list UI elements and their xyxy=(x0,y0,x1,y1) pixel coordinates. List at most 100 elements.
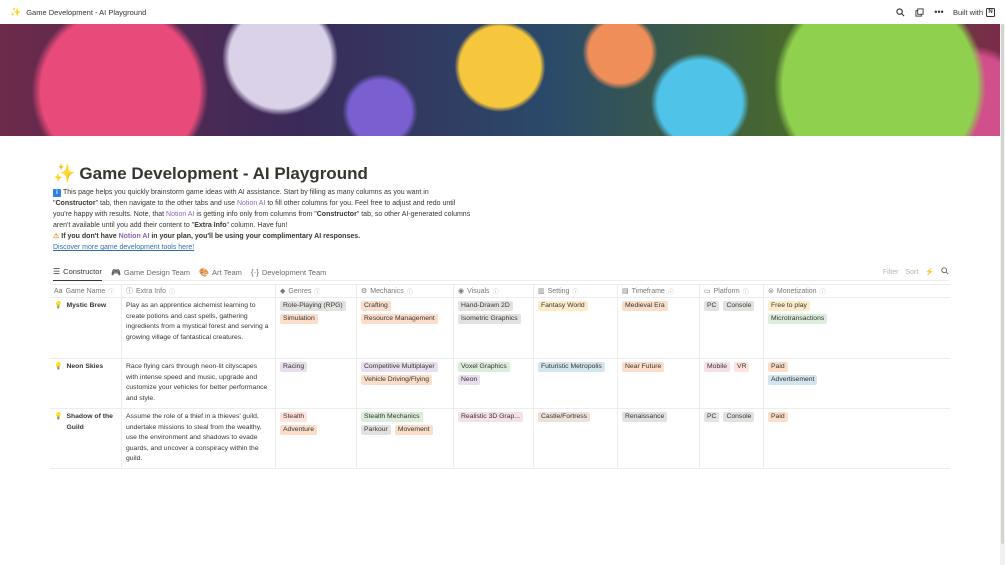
tag-chip: Advertisement xyxy=(768,375,818,385)
tag-chip: Movement xyxy=(394,425,433,435)
city-icon: ▥ xyxy=(538,288,545,295)
game-name-cell[interactable]: 💡 Mystic Brew xyxy=(50,298,122,358)
column-label: Game Name xyxy=(65,287,106,295)
column-header-timeframe[interactable]: ▤ Timeframe ⓘ xyxy=(618,285,700,297)
tag-chip: Free to play xyxy=(768,301,810,311)
info-icon: ⓘ xyxy=(108,289,115,296)
mechanics-cell[interactable]: Crafting Resource Management xyxy=(357,298,454,358)
column-label: Mechanics xyxy=(370,287,404,295)
cover-image xyxy=(0,24,1000,136)
game-name: Mystic Brew xyxy=(66,302,107,309)
title-type-icon: Aa xyxy=(54,287,63,295)
genres-cell[interactable]: Stealth Adventure xyxy=(276,409,357,468)
sparkles-icon: ✨ xyxy=(53,163,76,183)
column-header-platform[interactable]: ▭ Platform ⓘ xyxy=(700,285,764,297)
game-name-cell[interactable]: 💡 Shadow of the Guild xyxy=(50,409,122,468)
platform-cell[interactable]: PC Console xyxy=(700,298,764,358)
mechanics-cell[interactable]: Competitive Multiplayer Vehicle Driving/F… xyxy=(357,359,454,408)
built-with-label: Built with xyxy=(952,7,983,17)
extra-info-cell[interactable]: Assume the role of a thief in a thieves'… xyxy=(122,409,276,468)
column-header-setting[interactable]: ▥ Setting ⓘ xyxy=(534,285,618,297)
discover-link[interactable]: Discover more game development tools her… xyxy=(53,244,194,251)
page-title: ✨ Game Development - AI Playground xyxy=(53,163,368,184)
lightbulb-icon: 💡 xyxy=(54,413,63,420)
topbar: ✨ Game Development - AI Playground ••• B… xyxy=(0,0,1005,24)
table-row[interactable]: 💡 Neon Skies Race flying cars through neo… xyxy=(50,359,950,409)
tag-chip: Adventure xyxy=(280,425,317,435)
notion-ai-mention[interactable]: Notion AI xyxy=(119,233,150,240)
warn-text: in your plan, you'll be using your compl… xyxy=(149,233,361,240)
game-name: Shadow of the Guild xyxy=(66,413,113,431)
info-icon: ⓘ xyxy=(492,289,499,296)
tab-label: Art Team xyxy=(212,267,242,277)
genres-cell[interactable]: Role-Playing (RPG) Simulation xyxy=(276,298,357,358)
tag-chip: Crafting xyxy=(361,301,391,311)
tag-chip: PC xyxy=(704,412,720,422)
notion-ai-mention[interactable]: Notion AI xyxy=(166,211,194,218)
column-header-extra-info[interactable]: ⓘ Extra Info ⓘ xyxy=(122,285,276,297)
notion-ai-mention[interactable]: Notion AI xyxy=(237,200,265,207)
column-label: Genres xyxy=(288,287,312,295)
scrollbar-thumb[interactable] xyxy=(1001,24,1004,544)
table-row[interactable]: 💡 Shadow of the Guild Assume the role of … xyxy=(50,409,950,469)
sort-button[interactable]: Sort xyxy=(905,269,918,276)
tab-game-design-team[interactable]: 🎮 Game Design Team xyxy=(111,264,190,281)
column-header-game-name[interactable]: Aa Game Name ⓘ xyxy=(50,285,122,297)
platform-cell[interactable]: PC Console xyxy=(700,409,764,468)
description-paragraph: i This page helps you quickly brainstorm … xyxy=(53,187,473,231)
setting-cell[interactable]: Futuristic Metropolis xyxy=(534,359,618,408)
info-icon: ⓘ xyxy=(819,289,826,296)
column-label: Setting xyxy=(547,287,570,295)
monetization-cell[interactable]: Free to play Microtransactions xyxy=(764,298,950,358)
sparkles-icon: ✨ xyxy=(10,6,22,17)
tab-development-team[interactable]: {·} Development Team xyxy=(251,264,327,281)
search-icon[interactable] xyxy=(941,267,949,277)
built-with-notion-button[interactable]: Built with N xyxy=(952,7,995,17)
visuals-cell[interactable]: Voxel Graphics Neon xyxy=(454,359,534,408)
tag-chip: Parkour xyxy=(361,425,391,435)
breadcrumb[interactable]: ✨ Game Development - AI Playground xyxy=(10,7,146,18)
scrollbar[interactable] xyxy=(1000,24,1005,565)
mechanics-cell[interactable]: Stealth Mechanics Parkour Movement xyxy=(357,409,454,468)
timeframe-cell[interactable]: Near Future xyxy=(618,359,700,408)
table-header: Aa Game Name ⓘ ⓘ Extra Info ⓘ ◆ Genres ⓘ ⚙ Mech… xyxy=(50,284,950,298)
notion-logo-icon: N xyxy=(986,7,995,17)
game-name-cell[interactable]: 💡 Neon Skies xyxy=(50,359,122,408)
search-icon[interactable] xyxy=(896,7,906,17)
tag-chip: PC xyxy=(704,301,720,311)
coins-icon: ⊜ xyxy=(768,288,774,295)
column-header-monetization[interactable]: ⊜ Monetization ⓘ xyxy=(764,285,950,297)
tag-chip: Neon xyxy=(458,375,481,385)
column-header-mechanics[interactable]: ⚙ Mechanics ⓘ xyxy=(357,285,454,297)
info-icon: ⓘ xyxy=(667,289,674,296)
genres-cell[interactable]: Racing xyxy=(276,359,357,408)
gears-icon: ⚙ xyxy=(361,288,368,295)
platform-cell[interactable]: Mobile VR xyxy=(700,359,764,408)
tab-constructor[interactable]: ☰ Constructor xyxy=(53,264,102,281)
tag-chip: Near Future xyxy=(622,362,665,372)
column-header-visuals[interactable]: ◉ Visuals ⓘ xyxy=(454,285,534,297)
desc-text: " tab, then navigate to the other tabs a… xyxy=(95,200,237,207)
setting-cell[interactable]: Fantasy World xyxy=(534,298,618,358)
eye-icon: ◉ xyxy=(458,288,465,295)
monitor-icon: ▭ xyxy=(704,288,711,295)
timeframe-cell[interactable]: Renaissance xyxy=(618,409,700,468)
extra-info-cell[interactable]: Race flying cars through neon-lit citysc… xyxy=(122,359,276,408)
visuals-cell[interactable]: Realistic 3D Grap... xyxy=(454,409,534,468)
monetization-cell[interactable]: Paid Advertisement xyxy=(764,359,950,408)
tab-art-team[interactable]: 🎨 Art Team xyxy=(199,264,242,281)
automation-icon[interactable]: ⚡ xyxy=(925,268,934,276)
visuals-cell[interactable]: Hand-Drawn 2D Isometric Graphics xyxy=(454,298,534,358)
tag-chip: Mobile xyxy=(704,362,731,372)
more-options-icon[interactable]: ••• xyxy=(934,7,944,17)
duplicate-icon[interactable] xyxy=(915,7,925,17)
monetization-cell[interactable]: Paid xyxy=(764,409,950,468)
column-header-genres[interactable]: ◆ Genres ⓘ xyxy=(276,285,357,297)
timeframe-cell[interactable]: Medieval Era xyxy=(618,298,700,358)
tag-chip: Futuristic Metropolis xyxy=(538,362,605,372)
setting-cell[interactable]: Castle/Fortress xyxy=(534,409,618,468)
view-tabs: ☰ Constructor 🎮 Game Design Team 🎨 Art T… xyxy=(53,264,949,281)
extra-info-cell[interactable]: Play as an apprentice alchemist learning… xyxy=(122,298,276,358)
filter-button[interactable]: Filter xyxy=(883,269,899,276)
table-row[interactable]: 💡 Mystic Brew Play as an apprentice alche… xyxy=(50,298,950,359)
